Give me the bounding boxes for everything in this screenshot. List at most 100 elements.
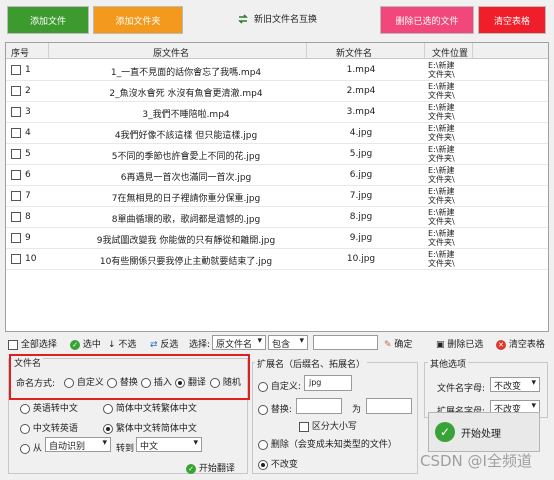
confirm-button[interactable]: ✎ 确定 bbox=[384, 337, 412, 350]
row-checkbox[interactable] bbox=[11, 65, 21, 75]
table-row[interactable]: 7 7在無相見的日子裡請你重分保重.jpg 7.jpg E:\新建 文件夹\ bbox=[6, 186, 548, 207]
filename-case-select[interactable]: 不改变 ▾ bbox=[490, 377, 540, 392]
table-row[interactable]: 5 5不同的季節也許會愛上不同的花.jpg 5.jpg E:\新建 文件夹\ bbox=[6, 144, 548, 165]
ext-custom-input[interactable]: jpg bbox=[304, 375, 352, 391]
row-old-name: 6再遇見一首次也滿同一首次.jpg bbox=[120, 173, 252, 183]
ext-replace-radio[interactable]: 替换: bbox=[258, 402, 292, 415]
start-process-button[interactable]: ✓ 开始处理 bbox=[428, 412, 540, 452]
chevron-down-icon: ▾ bbox=[193, 438, 198, 448]
row-index: 4 bbox=[25, 128, 31, 138]
row-new-name: 10.jpg bbox=[346, 254, 376, 264]
match-select[interactable]: 包含 ▾ bbox=[268, 335, 308, 350]
row-checkbox[interactable] bbox=[11, 107, 21, 117]
delete-icon: ▣ bbox=[436, 340, 445, 350]
row-checkbox[interactable] bbox=[11, 233, 21, 243]
row-old-name: 3_我們不睡陪啦.mp4 bbox=[142, 110, 230, 120]
ext-replace-from-input[interactable] bbox=[296, 398, 342, 414]
col-index: 序号 bbox=[11, 49, 30, 59]
row-new-name: 6.jpg bbox=[349, 170, 373, 180]
row-index: 6 bbox=[25, 170, 31, 180]
row-new-name: 2.mp4 bbox=[346, 86, 376, 96]
row-location: E:\新建 文件夹\ bbox=[428, 61, 455, 79]
table-row[interactable]: 6 6再遇見一首次也滿同一首次.jpg 6.jpg E:\新建 文件夹\ bbox=[6, 165, 548, 186]
row-checkbox[interactable] bbox=[11, 254, 21, 264]
clear-icon: ✕ bbox=[496, 339, 506, 350]
row-index: 2 bbox=[25, 86, 31, 96]
delete-selected-files-button[interactable]: 删除已选的文件 bbox=[380, 6, 474, 34]
start-translate-button[interactable]: ✓ 开始翻译 bbox=[186, 461, 235, 474]
add-folder-button[interactable]: 添加文件夹 bbox=[93, 6, 183, 34]
clear-table-button[interactable]: 清空表格 bbox=[478, 6, 546, 34]
row-index: 9 bbox=[25, 233, 31, 243]
row-checkbox[interactable] bbox=[11, 149, 21, 159]
chevron-down-icon: ▾ bbox=[257, 336, 262, 346]
row-location: E:\新建 文件夹\ bbox=[428, 124, 455, 142]
invert-button[interactable]: ⇄ 反选 bbox=[150, 337, 178, 350]
ext-delete-radio[interactable]: 删除（会变成未知类型的文件） bbox=[258, 437, 397, 450]
ext-unchanged-radio[interactable]: 不改变 bbox=[258, 457, 298, 470]
case-sensitive-checkbox[interactable]: 区分大小写 bbox=[299, 419, 357, 432]
row-checkbox[interactable] bbox=[11, 86, 21, 96]
row-checkbox[interactable] bbox=[11, 191, 21, 201]
col-location: 文件位置 bbox=[432, 49, 469, 59]
highlight-box bbox=[9, 354, 250, 400]
delete-selected-button[interactable]: ▣ 删除已选 bbox=[436, 337, 483, 350]
row-location: E:\新建 文件夹\ bbox=[428, 208, 455, 226]
opt-trad-to-simp-radio[interactable]: 繁体中文转简体中文 bbox=[103, 421, 197, 434]
swap-names-button[interactable]: 新旧文件名互换 bbox=[237, 12, 317, 25]
row-index: 8 bbox=[25, 212, 31, 222]
row-new-name: 4.jpg bbox=[349, 128, 373, 138]
start-process-label: 开始处理 bbox=[461, 428, 501, 440]
brush-icon: ✎ bbox=[384, 340, 392, 350]
row-new-name: 1.mp4 bbox=[346, 65, 376, 75]
filter-input[interactable] bbox=[313, 335, 378, 350]
row-old-name: 9我試圖改變我 你能做的只有靜從和離開.jpg bbox=[96, 236, 276, 246]
row-location: E:\新建 文件夹\ bbox=[428, 82, 455, 100]
row-location: E:\新建 文件夹\ bbox=[428, 187, 455, 205]
choose-label: 选择: bbox=[189, 340, 211, 350]
table-row[interactable]: 2 2_魚沒水會死 水沒有魚會更清澈.mp4 2.mp4 E:\新建 文件夹\ bbox=[6, 81, 548, 102]
select-all-checkbox[interactable]: 全部选择 bbox=[8, 337, 57, 350]
opt-en-to-zh-radio[interactable]: 英语转中文 bbox=[20, 401, 78, 414]
field-select[interactable]: 原文件名 ▾ bbox=[212, 335, 266, 350]
table-row[interactable]: 3 3_我們不睡陪啦.mp4 3.mp4 E:\新建 文件夹\ bbox=[6, 102, 548, 123]
unselect-button[interactable]: ↓ 不选 bbox=[108, 337, 136, 350]
watermark: CSDN @Ⅰ全频道 bbox=[420, 452, 532, 470]
table-header: 序号 原文件名 新文件名 文件位置 bbox=[6, 43, 548, 59]
row-index: 3 bbox=[25, 107, 31, 117]
row-checkbox[interactable] bbox=[11, 212, 21, 222]
row-new-name: 3.mp4 bbox=[346, 107, 376, 117]
row-checkbox[interactable] bbox=[11, 128, 21, 138]
select-button[interactable]: ✓ 选中 bbox=[70, 337, 101, 350]
table-row[interactable]: 9 9我試圖改變我 你能做的只有靜從和離開.jpg 9.jpg E:\新建 文件夹\ bbox=[6, 228, 548, 249]
ext-custom-radio[interactable]: 自定义: bbox=[258, 379, 301, 392]
from-language-select[interactable]: 自动识别 ▾ bbox=[45, 437, 111, 452]
col-old-name: 原文件名 bbox=[153, 49, 190, 59]
other-options-title: 其他选项 bbox=[428, 357, 469, 370]
row-location: E:\新建 文件夹\ bbox=[428, 166, 455, 184]
ext-replace-to-input[interactable] bbox=[366, 398, 412, 414]
opt-simp-to-trad-radio[interactable]: 简体中文转繁体中文 bbox=[103, 401, 197, 414]
table-row[interactable]: 10 10有些關係只要我停止主動就要結束了.jpg 10.jpg E:\新建 文件夹\ bbox=[6, 249, 548, 270]
row-old-name: 10有些關係只要我停止主動就要結束了.jpg bbox=[99, 257, 273, 267]
to-language-select[interactable]: 中文 ▾ bbox=[136, 437, 202, 452]
row-index: 10 bbox=[25, 254, 37, 264]
table-row[interactable]: 4 4我們好像不該這樣 但只能這樣.jpg 4.jpg E:\新建 文件夹\ bbox=[6, 123, 548, 144]
table-row[interactable]: 8 8單曲循環的歌，歌詞都是遺憾的.jpg 8.jpg E:\新建 文件夹\ bbox=[6, 207, 548, 228]
table-row[interactable]: 1 1_一直不見面的話你會忘了我嗎.mp4 1.mp4 E:\新建 文件夹\ bbox=[6, 60, 548, 81]
row-checkbox[interactable] bbox=[11, 170, 21, 180]
row-location: E:\新建 文件夹\ bbox=[428, 145, 455, 163]
row-old-name: 8單曲循環的歌，歌詞都是遺憾的.jpg bbox=[111, 215, 261, 225]
row-new-name: 7.jpg bbox=[349, 191, 373, 201]
row-location: E:\新建 文件夹\ bbox=[428, 250, 455, 268]
filename-case-label: 文件名字母: bbox=[437, 384, 486, 394]
opt-zh-to-en-radio[interactable]: 中文转英语 bbox=[20, 421, 78, 434]
row-index: 7 bbox=[25, 191, 31, 201]
check-icon: ✓ bbox=[435, 422, 455, 442]
add-file-button[interactable]: 添加文件 bbox=[7, 6, 89, 34]
clear-table-small-button[interactable]: ✕ 清空表格 bbox=[496, 337, 545, 350]
from-radio[interactable]: 从 bbox=[20, 441, 42, 454]
row-old-name: 4我們好像不該這樣 但只能這樣.jpg bbox=[114, 131, 258, 141]
row-old-name: 2_魚沒水會死 水沒有魚會更清澈.mp4 bbox=[109, 89, 263, 99]
chevron-down-icon: ▾ bbox=[531, 378, 536, 388]
